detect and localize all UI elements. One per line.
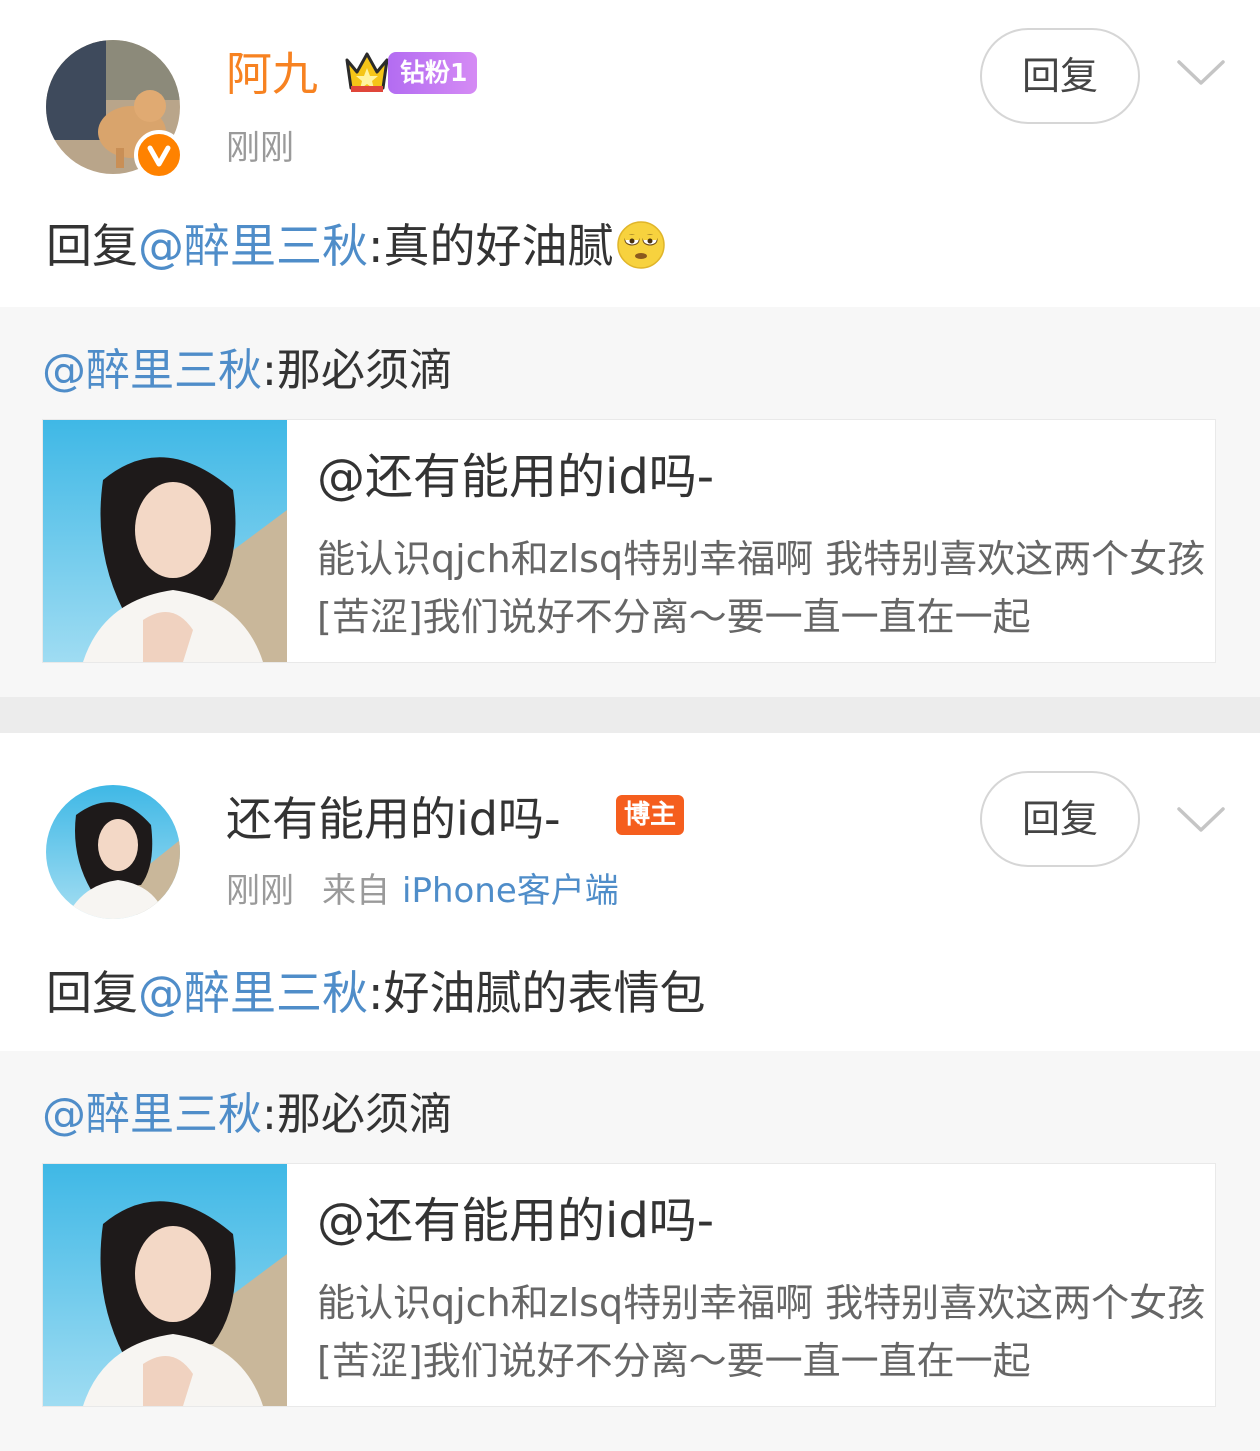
post-author: @还有能用的id吗- bbox=[317, 449, 715, 505]
time-text: 刚刚 bbox=[226, 128, 294, 168]
post-description: 能认识qjch和zlsq特别幸福啊 我特别喜欢这两个女孩[苦涩]我们说好不分离～… bbox=[317, 537, 1206, 639]
post-author: @还有能用的id吗- bbox=[317, 1193, 715, 1249]
reply-button[interactable]: 回复 bbox=[980, 771, 1140, 867]
quote-text: @醉里三秋:那必须滴 bbox=[42, 1087, 453, 1143]
comment-card-1: 阿九 钻粉1 刚刚 回复 回复@醉里三秋:真的好油腻 bbox=[0, 0, 1260, 307]
quote-text: @醉里三秋:那必须滴 bbox=[42, 343, 453, 399]
chevron-down-icon[interactable] bbox=[1176, 805, 1226, 835]
comment-meta: 刚刚 来自 iPhone客户端 bbox=[226, 869, 619, 913]
original-post-card[interactable]: @还有能用的id吗- 能认识qjch和zlsq特别幸福啊 我特别喜欢这两个女孩[… bbox=[42, 419, 1216, 663]
mention-link[interactable]: @醉里三秋 bbox=[138, 219, 368, 273]
comment-time: 刚刚 bbox=[226, 126, 294, 170]
quoted-post-2: @醉里三秋:那必须滴 @还有能用的id吗- 能认识qjch和zlsq特别幸福啊 … bbox=[0, 1051, 1260, 1451]
post-thumbnail bbox=[43, 1164, 287, 1406]
chevron-down-icon[interactable] bbox=[1176, 58, 1226, 88]
mention-link[interactable]: @醉里三秋 bbox=[138, 966, 368, 1020]
quote-body: :那必须滴 bbox=[262, 345, 453, 396]
quote-body: :那必须滴 bbox=[262, 1089, 453, 1140]
host-badge: 博主 bbox=[616, 795, 685, 835]
post-thumbnail bbox=[43, 420, 287, 662]
user-name[interactable]: 还有能用的id吗- bbox=[226, 791, 561, 847]
mention-link[interactable]: @醉里三秋 bbox=[42, 1089, 262, 1140]
comment-text: :好油腻的表情包 bbox=[368, 966, 706, 1020]
fan-badge: 钻粉1 bbox=[388, 52, 478, 94]
reply-prefix: 回复 bbox=[46, 966, 138, 1020]
verified-badge-icon bbox=[134, 130, 184, 180]
rolling-eyes-emoji-icon bbox=[616, 221, 665, 269]
comment-content: 回复@醉里三秋:真的好油腻 bbox=[46, 216, 666, 276]
crown-icon bbox=[345, 52, 389, 92]
source-link[interactable]: iPhone客户端 bbox=[402, 871, 619, 911]
comment-content: 回复@醉里三秋:好油腻的表情包 bbox=[46, 963, 706, 1023]
comment-card-2: 还有能用的id吗- 博主 刚刚 来自 iPhone客户端 回复 回复@醉里三秋:好油… bbox=[0, 733, 1260, 1051]
user-name[interactable]: 阿九 bbox=[226, 46, 318, 102]
source-label: 来自 bbox=[322, 871, 390, 911]
reply-prefix: 回复 bbox=[46, 219, 138, 273]
avatar[interactable] bbox=[46, 785, 180, 919]
avatar-portrait-image bbox=[46, 785, 180, 919]
reply-button[interactable]: 回复 bbox=[980, 28, 1140, 124]
comment-text: :真的好油腻 bbox=[368, 219, 614, 273]
original-post-card[interactable]: @还有能用的id吗- 能认识qjch和zlsq特别幸福啊 我特别喜欢这两个女孩[… bbox=[42, 1163, 1216, 1407]
quoted-post-1: @醉里三秋:那必须滴 @还有能用的id吗- 能认识qjch和zlsq特别幸福啊 … bbox=[0, 307, 1260, 697]
mention-link[interactable]: @醉里三秋 bbox=[42, 345, 262, 396]
post-description: 能认识qjch和zlsq特别幸福啊 我特别喜欢这两个女孩[苦涩]我们说好不分离～… bbox=[317, 1281, 1206, 1383]
separator bbox=[0, 697, 1260, 733]
time-text: 刚刚 bbox=[226, 871, 294, 911]
